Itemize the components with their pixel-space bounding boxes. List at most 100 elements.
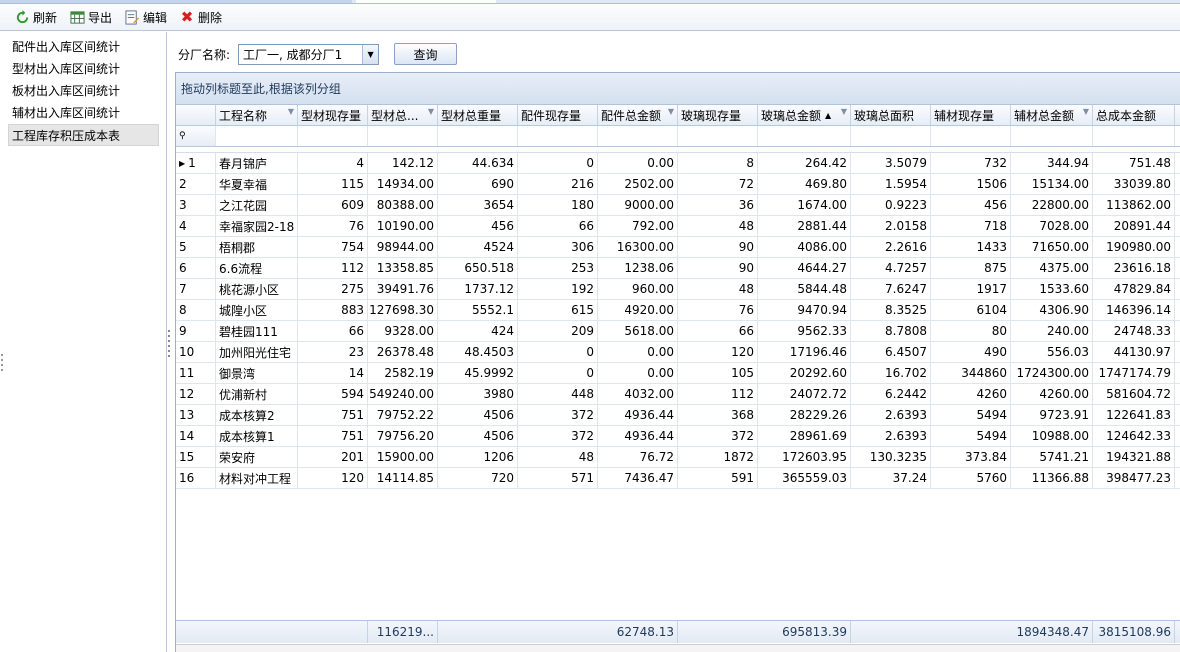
table-cell[interactable]: 9470.94 [758,300,851,320]
table-cell[interactable]: 1872 [678,447,758,467]
table-cell[interactable]: 47829.84 [1093,279,1175,299]
column-header[interactable]: 辅材总金额 ▼ [1011,105,1093,125]
project-name-cell[interactable]: 桃花源小区 [216,279,298,299]
table-cell[interactable]: 456 [931,195,1011,215]
table-cell[interactable]: 48 [678,279,758,299]
table-cell[interactable]: 2.6393 [851,426,931,446]
left-collapse-grip[interactable] [1,354,4,372]
factory-select[interactable]: 工厂一, 成都分厂1 ▼ [238,43,380,65]
table-cell[interactable]: 112 [298,258,368,278]
table-cell[interactable]: 16300.00 [598,237,678,257]
export-button[interactable]: 导出 [69,6,118,28]
project-name-cell[interactable]: 御景湾 [216,363,298,383]
table-cell[interactable]: 66 [518,216,598,236]
table-cell[interactable]: 424 [438,321,518,341]
table-cell[interactable]: 4032.00 [598,384,678,404]
filter-cell[interactable] [851,126,931,146]
table-cell[interactable]: 0.9223 [851,195,931,215]
table-cell[interactable]: 6.2442 [851,384,931,404]
filter-icon[interactable]: ▼ [428,107,434,116]
table-cell[interactable]: 1724300.00 [1011,363,1093,383]
table-cell[interactable]: 4260.00 [1011,384,1093,404]
table-cell[interactable]: 571 [518,468,598,488]
table-cell[interactable]: 0.00 [598,363,678,383]
project-name-cell[interactable]: 加州阳光住宅 [216,342,298,362]
table-cell[interactable]: 8.7808 [851,321,931,341]
table-cell[interactable]: 201 [298,447,368,467]
table-cell[interactable]: 4306.90 [1011,300,1093,320]
table-cell[interactable]: 372 [678,426,758,446]
delete-button[interactable]: ✖ 删除 [179,6,228,28]
table-cell[interactable]: 751.48 [1093,153,1175,173]
sidebar-item-profile-stats[interactable]: 型材出入库区间统计 [0,58,158,80]
table-row[interactable]: 14 成本核算1 751 79756.20 4506 372 4936.44 372 28961… [176,426,1180,447]
column-header[interactable]: 辅材现存量 [931,105,1011,125]
table-cell[interactable]: 127698.30 [368,300,438,320]
table-cell[interactable]: 23616.18 [1093,258,1175,278]
table-row[interactable]: 10 加州阳光住宅 23 26378.48 48.4503 0 0.00 120 17196.4… [176,342,1180,363]
table-cell[interactable]: 594 [298,384,368,404]
filter-cell[interactable] [298,126,368,146]
table-cell[interactable]: 8.3525 [851,300,931,320]
table-cell[interactable]: 372 [518,426,598,446]
filter-icon[interactable]: ▼ [288,107,294,116]
table-cell[interactable]: 22800.00 [1011,195,1093,215]
column-header[interactable]: 玻璃总金额 ▲ ▼ [758,105,851,125]
table-cell[interactable]: 8 [678,153,758,173]
table-cell[interactable]: 9723.91 [1011,405,1093,425]
table-cell[interactable]: 122641.83 [1093,405,1175,425]
table-cell[interactable]: 23 [298,342,368,362]
table-cell[interactable]: 365559.03 [758,468,851,488]
column-header[interactable]: 工程名称 ▼ [216,105,298,125]
column-header[interactable]: 配件总金额 ▼ [598,105,678,125]
table-cell[interactable]: 194321.88 [1093,447,1175,467]
splitter-handle[interactable] [166,330,171,370]
table-cell[interactable]: 4086.00 [758,237,851,257]
table-cell[interactable]: 33039.80 [1093,174,1175,194]
table-cell[interactable]: 7028.00 [1011,216,1093,236]
table-cell[interactable]: 5741.21 [1011,447,1093,467]
table-cell[interactable]: 3.5079 [851,153,931,173]
table-cell[interactable]: 9562.33 [758,321,851,341]
table-cell[interactable]: 44.634 [438,153,518,173]
table-cell[interactable]: 4 [298,153,368,173]
table-cell[interactable]: 591 [678,468,758,488]
table-cell[interactable]: 13358.85 [368,258,438,278]
project-name-cell[interactable]: 梧桐郡 [216,237,298,257]
table-cell[interactable]: 115 [298,174,368,194]
table-cell[interactable]: 2.2616 [851,237,931,257]
table-cell[interactable]: 76 [298,216,368,236]
table-cell[interactable]: 48 [518,447,598,467]
table-cell[interactable]: 4506 [438,426,518,446]
project-name-cell[interactable]: 华夏幸福 [216,174,298,194]
table-cell[interactable]: 7.6247 [851,279,931,299]
table-cell[interactable]: 209 [518,321,598,341]
table-cell[interactable]: 11366.88 [1011,468,1093,488]
column-header[interactable]: 玻璃总面积 [851,105,931,125]
table-cell[interactable]: 15900.00 [368,447,438,467]
table-cell[interactable]: 456 [438,216,518,236]
filter-cell[interactable] [438,126,518,146]
table-cell[interactable]: 1506 [931,174,1011,194]
table-row[interactable]: ▶ 1 春月锦庐 4 142.12 44.634 0 0.00 8 264.42 3.5079 732… [176,153,1180,174]
table-row[interactable]: 9 碧桂园111 66 9328.00 424 209 5618.00 66 9562.33 8.… [176,321,1180,342]
table-cell[interactable]: 549240.00 [368,384,438,404]
table-cell[interactable]: 1433 [931,237,1011,257]
table-row[interactable]: 3 之江花园 609 80388.00 3654 180 9000.00 36 1674.00 0… [176,195,1180,216]
table-cell[interactable]: 4936.44 [598,426,678,446]
table-row[interactable]: 5 梧桐郡 754 98944.00 4524 306 16300.00 90 4086.00 2… [176,237,1180,258]
table-cell[interactable]: 368 [678,405,758,425]
table-cell[interactable]: 146396.14 [1093,300,1175,320]
table-cell[interactable]: 5494 [931,426,1011,446]
sidebar-item-parts-stats[interactable]: 配件出入库区间统计 [0,36,158,58]
filter-cell[interactable] [1093,126,1175,146]
table-cell[interactable]: 80 [931,321,1011,341]
table-cell[interactable]: 240.00 [1011,321,1093,341]
project-name-cell[interactable]: 之江花园 [216,195,298,215]
table-cell[interactable]: 5760 [931,468,1011,488]
table-cell[interactable]: 3980 [438,384,518,404]
table-cell[interactable]: 5552.1 [438,300,518,320]
column-header[interactable]: 配件现存量 [518,105,598,125]
filter-icon[interactable]: ▼ [1083,107,1089,116]
table-cell[interactable]: 5844.48 [758,279,851,299]
